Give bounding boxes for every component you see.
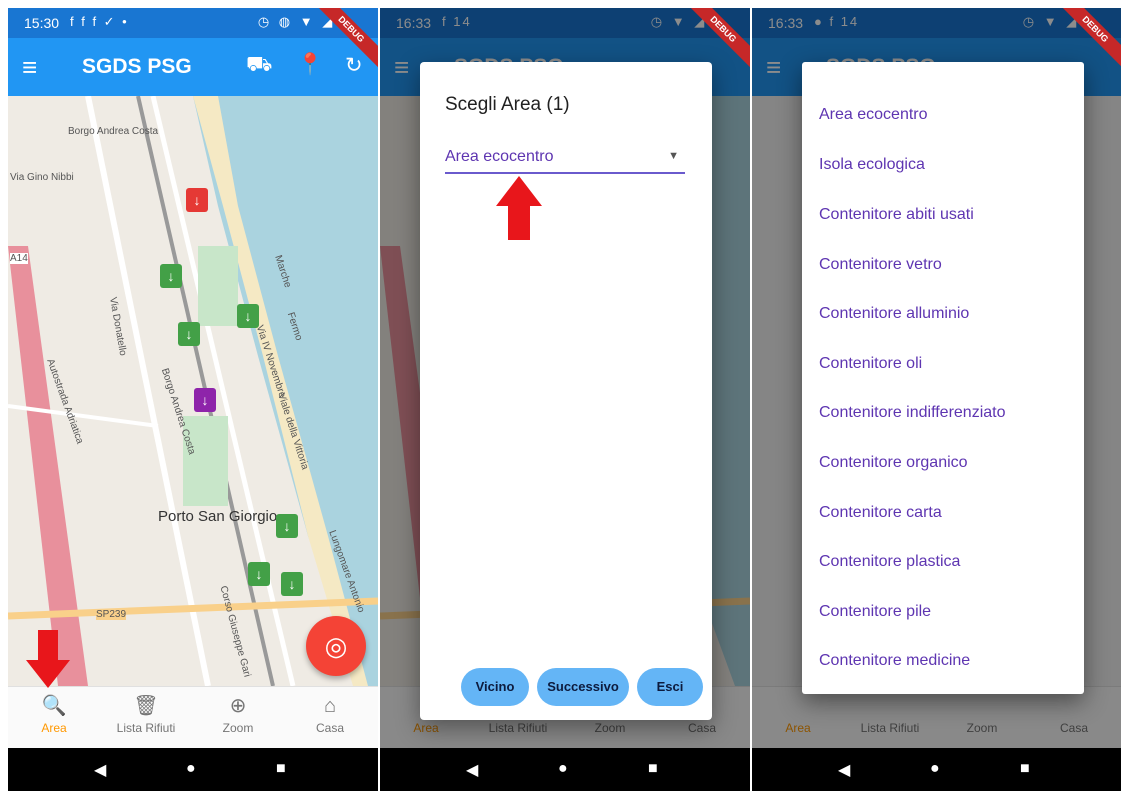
home-circle-icon[interactable]: ●	[930, 760, 940, 778]
screen-choose-area-dialog: 16:33 f 14 ◷ ▼ ◢ ▮ DEBUG ≡ SGDS PSG Area…	[380, 8, 750, 791]
dropdown-option[interactable]: Contenitore carta	[819, 504, 942, 522]
caret-down-icon: ▼	[668, 150, 679, 162]
app-bar: ≡ SGDS PSG ⛟ 📍 ↻	[8, 38, 378, 96]
back-icon[interactable]: ◀	[838, 760, 850, 780]
location-pin-icon[interactable]: 📍	[297, 53, 323, 77]
dropdown-option[interactable]: Contenitore vetro	[819, 256, 942, 274]
marker-icon[interactable]: ↓	[281, 572, 303, 596]
marker-icon[interactable]: ↓	[237, 304, 259, 328]
recent-apps-icon[interactable]: ■	[648, 760, 658, 778]
park	[198, 246, 238, 326]
notification-icons: f f f ✓ •	[70, 14, 129, 29]
recent-apps-icon[interactable]: ■	[276, 760, 286, 778]
screen-area-dropdown-open: 16:33 ● f 14 ◷ ▼ ◢ ▮ DEBUG ≡ SGDS PSG Ar…	[752, 8, 1121, 791]
map-view[interactable]: Borgo Andrea Costa Via Gino Nibbi A14 Au…	[8, 96, 378, 686]
locate-fab-button[interactable]: ◎	[306, 616, 366, 676]
system-navigation-bar: ◀ ● ■	[752, 748, 1121, 791]
nav-item-casa[interactable]: ⌂ Casa	[284, 695, 376, 735]
dropdown-option[interactable]: Area ecocentro	[819, 106, 928, 124]
home-circle-icon[interactable]: ●	[558, 760, 568, 778]
street-main	[85, 96, 211, 686]
map-label: Via Gino Nibbi	[10, 172, 74, 183]
next-button[interactable]: Successivo	[537, 668, 629, 706]
back-icon[interactable]: ◀	[94, 760, 106, 780]
dropdown-option[interactable]: Isola ecologica	[819, 156, 925, 174]
marker-icon[interactable]: ↓	[160, 264, 182, 288]
dropdown-value: Area ecocentro	[445, 148, 554, 165]
red-arrow-down-icon	[26, 630, 70, 688]
screen-map: 15:30 f f f ✓ • ◷ ◍ ▼ ◢ ▮ DEBUG ≡ SGDS P…	[8, 8, 378, 791]
menu-icon[interactable]: ≡	[22, 52, 37, 83]
dialog-title: Scegli Area (1)	[445, 94, 570, 115]
search-icon: 🔍	[41, 695, 67, 717]
dropdown-option[interactable]: Contenitore abiti usati	[819, 206, 974, 224]
highway-a14	[8, 246, 88, 686]
marker-icon[interactable]: ↓	[248, 562, 270, 586]
dropdown-option[interactable]: Contenitore pile	[819, 603, 931, 621]
marker-icon[interactable]: ↓	[276, 514, 298, 538]
dropdown-option[interactable]: Contenitore plastica	[819, 553, 960, 571]
nav-label: Lista Rifiuti	[116, 721, 176, 735]
marker-icon[interactable]: ↓	[178, 322, 200, 346]
choose-area-dialog: Scegli Area (1) Area ecocentro ▼ Vicino …	[420, 62, 712, 720]
near-button[interactable]: Vicino	[461, 668, 529, 706]
nav-label: Casa	[315, 721, 344, 735]
red-arrow-up-icon	[496, 176, 542, 240]
refresh-icon[interactable]: ↻	[345, 53, 363, 78]
nav-item-area[interactable]: 🔍 Area	[8, 695, 100, 735]
map-label: Borgo Andrea Costa	[68, 126, 159, 137]
area-dropdown-menu: Area ecocentro Isola ecologica Contenito…	[802, 62, 1084, 694]
system-navigation-bar: ◀ ● ■	[8, 748, 378, 791]
bottom-navigation: 🔍 Area 🗑 Lista Rifiuti ⊕ Zoom ⌂ Casa	[8, 686, 378, 749]
back-icon[interactable]: ◀	[466, 760, 478, 780]
status-time: 15:30	[24, 15, 60, 31]
nav-label: Zoom	[222, 721, 254, 735]
app-title: SGDS PSG	[82, 55, 192, 78]
area-dropdown[interactable]: Area ecocentro ▼	[445, 146, 685, 174]
nav-label: Area	[41, 721, 67, 735]
nav-item-zoom[interactable]: ⊕ Zoom	[192, 695, 284, 735]
dropdown-option[interactable]: Contenitore alluminio	[819, 305, 969, 323]
zoom-in-icon: ⊕	[229, 695, 247, 717]
car-icon[interactable]: ⛟	[246, 53, 272, 79]
dropdown-option[interactable]: Contenitore organico	[819, 454, 968, 472]
dropdown-option[interactable]: Contenitore oli	[819, 355, 922, 373]
home-icon: ⌂	[323, 695, 337, 717]
marker-icon[interactable]: ↓	[186, 188, 208, 212]
recent-apps-icon[interactable]: ■	[1020, 760, 1030, 778]
home-circle-icon[interactable]: ●	[186, 760, 196, 778]
marker-icon[interactable]: ↓	[194, 388, 216, 412]
trash-icon: 🗑	[133, 695, 159, 717]
map-label: A14	[10, 253, 28, 264]
dropdown-option[interactable]: Contenitore indifferenziato	[819, 404, 1006, 422]
nav-item-lista-rifiuti[interactable]: 🗑 Lista Rifiuti	[100, 695, 192, 735]
dropdown-option[interactable]: Contenitore medicine	[819, 652, 970, 670]
map-label: Porto San Giorgio	[158, 508, 278, 525]
map-label: SP239	[96, 609, 127, 620]
system-navigation-bar: ◀ ● ■	[380, 748, 750, 791]
exit-button[interactable]: Esci	[637, 668, 703, 706]
